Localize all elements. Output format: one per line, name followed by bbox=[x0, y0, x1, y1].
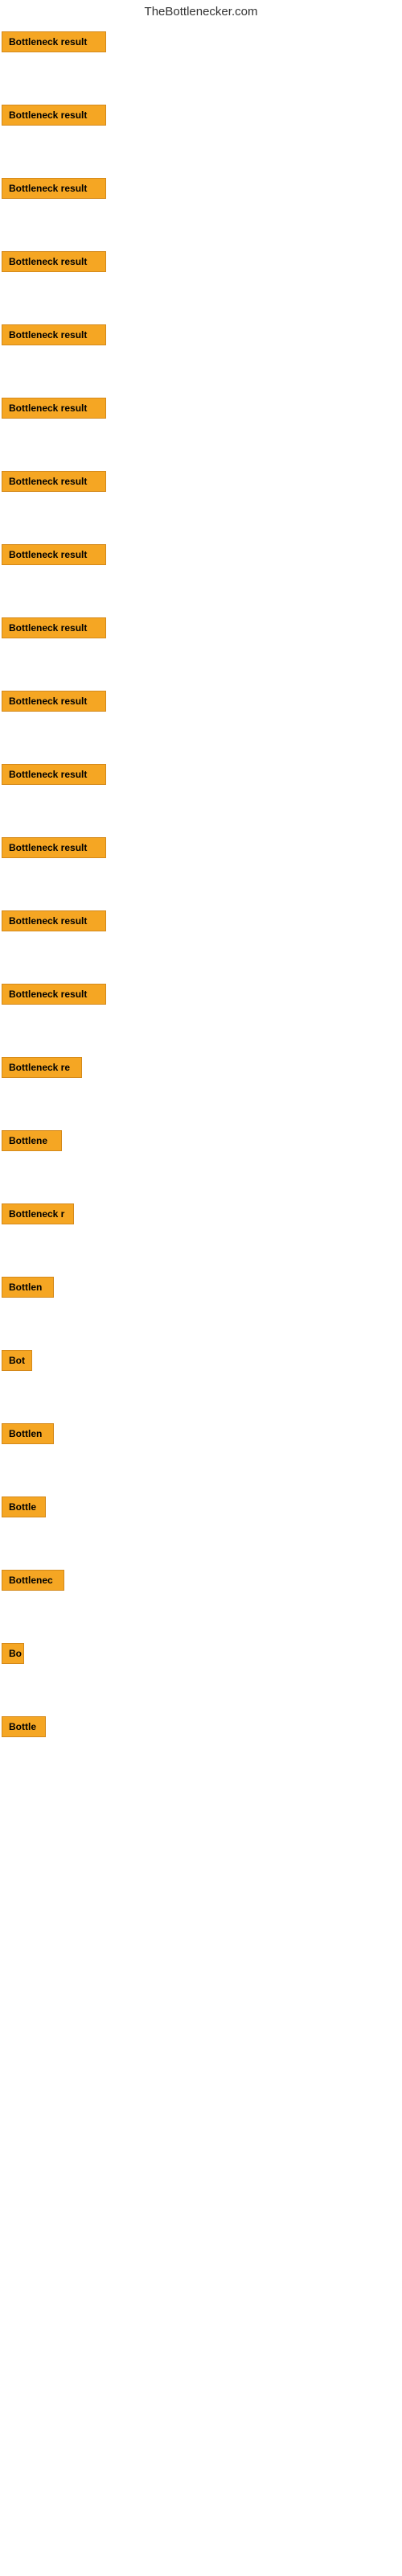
spacer-7 bbox=[0, 499, 402, 539]
spacer-12 bbox=[0, 865, 402, 906]
spacer-20 bbox=[0, 1451, 402, 1492]
bottleneck-badge-16[interactable]: Bottlene bbox=[2, 1130, 62, 1151]
bottleneck-item-12: Bottleneck result bbox=[0, 832, 402, 864]
spacer-21 bbox=[0, 1525, 402, 1565]
bottleneck-badge-11[interactable]: Bottleneck result bbox=[2, 764, 106, 785]
bottleneck-item-16: Bottlene bbox=[0, 1125, 402, 1157]
bottleneck-badge-24[interactable]: Bottle bbox=[2, 1716, 46, 1737]
bottleneck-item-17: Bottleneck r bbox=[0, 1199, 402, 1230]
bottleneck-badge-8[interactable]: Bottleneck result bbox=[2, 544, 106, 565]
site-title: TheBottlenecker.com bbox=[0, 0, 402, 27]
bottleneck-badge-3[interactable]: Bottleneck result bbox=[2, 178, 106, 199]
bottleneck-item-9: Bottleneck result bbox=[0, 613, 402, 644]
spacer-15 bbox=[0, 1085, 402, 1125]
spacer-24 bbox=[0, 1744, 402, 1785]
bottleneck-item-18: Bottlen bbox=[0, 1272, 402, 1303]
spacer-9 bbox=[0, 646, 402, 686]
bottleneck-item-21: Bottle bbox=[0, 1492, 402, 1523]
spacer-5 bbox=[0, 353, 402, 393]
bottleneck-badge-23[interactable]: Bo bbox=[2, 1643, 24, 1664]
spacer-8 bbox=[0, 572, 402, 613]
spacer-2 bbox=[0, 133, 402, 173]
bottleneck-badge-9[interactable]: Bottleneck result bbox=[2, 617, 106, 638]
bottleneck-item-11: Bottleneck result bbox=[0, 759, 402, 791]
spacer-19 bbox=[0, 1378, 402, 1418]
bottleneck-item-10: Bottleneck result bbox=[0, 686, 402, 717]
spacer-17 bbox=[0, 1232, 402, 1272]
bottleneck-badge-19[interactable]: Bot bbox=[2, 1350, 32, 1371]
bottleneck-item-13: Bottleneck result bbox=[0, 906, 402, 937]
bottleneck-badge-20[interactable]: Bottlen bbox=[2, 1423, 54, 1444]
bottleneck-item-7: Bottleneck result bbox=[0, 466, 402, 497]
spacer-14 bbox=[0, 1012, 402, 1052]
spacer-10 bbox=[0, 719, 402, 759]
bottleneck-item-5: Bottleneck result bbox=[0, 320, 402, 351]
bottleneck-badge-15[interactable]: Bottleneck re bbox=[2, 1057, 82, 1078]
bottleneck-badge-22[interactable]: Bottlenec bbox=[2, 1570, 64, 1591]
bottleneck-badge-7[interactable]: Bottleneck result bbox=[2, 471, 106, 492]
bottleneck-badge-12[interactable]: Bottleneck result bbox=[2, 837, 106, 858]
bottleneck-item-15: Bottleneck re bbox=[0, 1052, 402, 1084]
bottleneck-badge-10[interactable]: Bottleneck result bbox=[2, 691, 106, 712]
bottleneck-item-2: Bottleneck result bbox=[0, 100, 402, 131]
bottleneck-item-22: Bottlenec bbox=[0, 1565, 402, 1596]
bottleneck-badge-17[interactable]: Bottleneck r bbox=[2, 1203, 74, 1224]
spacer-16 bbox=[0, 1158, 402, 1199]
bottleneck-item-4: Bottleneck result bbox=[0, 246, 402, 278]
bottleneck-item-23: Bo bbox=[0, 1638, 402, 1670]
items-container: Bottleneck result Bottleneck result Bottle… bbox=[0, 27, 402, 1785]
spacer-23 bbox=[0, 1671, 402, 1711]
spacer-4 bbox=[0, 279, 402, 320]
bottleneck-item-24: Bottle bbox=[0, 1711, 402, 1743]
bottleneck-item-8: Bottleneck result bbox=[0, 539, 402, 571]
bottleneck-item-14: Bottleneck result bbox=[0, 979, 402, 1010]
spacer-18 bbox=[0, 1305, 402, 1345]
spacer-1 bbox=[0, 60, 402, 100]
bottleneck-badge-6[interactable]: Bottleneck result bbox=[2, 398, 106, 419]
bottleneck-badge-2[interactable]: Bottleneck result bbox=[2, 105, 106, 126]
bottleneck-item-6: Bottleneck result bbox=[0, 393, 402, 424]
bottleneck-item-20: Bottlen bbox=[0, 1418, 402, 1450]
spacer-6 bbox=[0, 426, 402, 466]
bottleneck-badge-14[interactable]: Bottleneck result bbox=[2, 984, 106, 1005]
bottleneck-item-3: Bottleneck result bbox=[0, 173, 402, 204]
bottleneck-badge-1[interactable]: Bottleneck result bbox=[2, 31, 106, 52]
bottleneck-badge-4[interactable]: Bottleneck result bbox=[2, 251, 106, 272]
spacer-11 bbox=[0, 792, 402, 832]
page-wrapper: TheBottlenecker.com Bottleneck resultBot… bbox=[0, 0, 402, 2576]
bottleneck-badge-21[interactable]: Bottle bbox=[2, 1496, 46, 1517]
spacer-22 bbox=[0, 1598, 402, 1638]
bottleneck-badge-18[interactable]: Bottlen bbox=[2, 1277, 54, 1298]
bottleneck-badge-5[interactable]: Bottleneck result bbox=[2, 324, 106, 345]
bottleneck-badge-13[interactable]: Bottleneck result bbox=[2, 910, 106, 931]
spacer-13 bbox=[0, 939, 402, 979]
spacer-3 bbox=[0, 206, 402, 246]
bottleneck-item-19: Bot bbox=[0, 1345, 402, 1377]
bottleneck-item-1: Bottleneck result bbox=[0, 27, 402, 58]
